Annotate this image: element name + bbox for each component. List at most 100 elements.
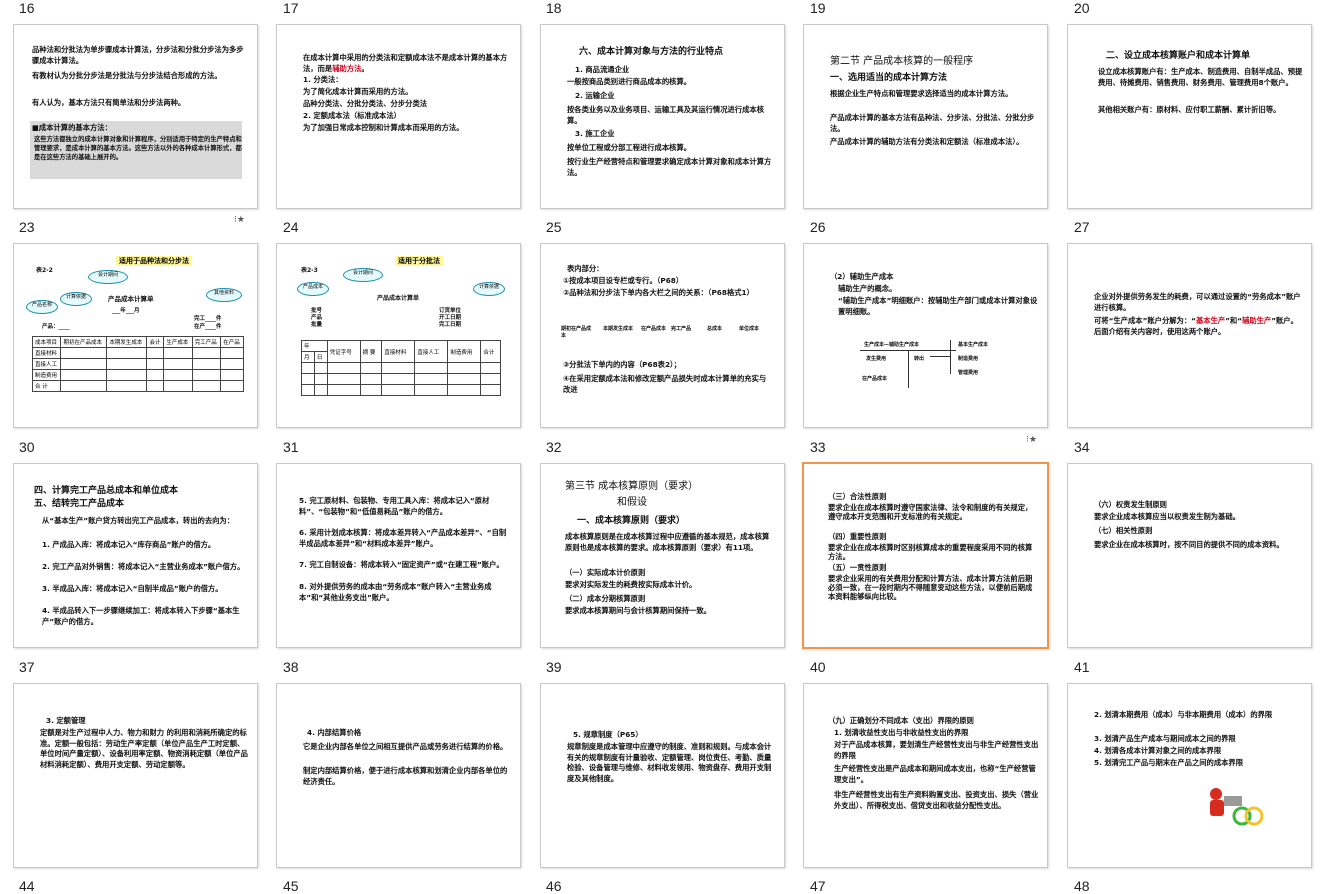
slide-text: 辅助方法 xyxy=(332,63,362,73)
slide-text: ④在采用定额成本法和修改定额产品损失时成本计算单的充实与改进 xyxy=(563,374,767,394)
slide-text: 产品成本计算的辅助方法有分类法和定额法（标准成本法）。 xyxy=(830,137,1024,146)
slide-number: 45 xyxy=(283,878,299,894)
slide-text: 1. 分类法： xyxy=(303,75,343,84)
slide-text: 要求成本核算期间与会计核算期间保持一致。 xyxy=(565,606,711,615)
slide-text: 2. 完工产品对外销售：将成本记入“主营业务成本”账户借方。 xyxy=(42,562,245,571)
slide-text: 3. 半成品入库：将成本记入“自制半成品”账户的借方。 xyxy=(42,584,223,593)
highlight-text: 辅助生产 xyxy=(1242,316,1272,325)
animation-star-icon: ⁝★ xyxy=(1026,435,1037,445)
slide-text: 5. 划清完工产品与期末在产品之间的成本界限 xyxy=(1094,758,1244,767)
slide-thumbnail-31[interactable]: 5. 完工原材料、包装物、专用工具入库：将成本记入“原材料”、“包装物”和“低值… xyxy=(276,463,521,648)
account-title: 生产成本—辅助生产成本 xyxy=(864,342,920,348)
slide-number: 32 xyxy=(546,439,562,455)
header-cell: 成本项目 xyxy=(31,336,62,348)
slide-number: 47 xyxy=(810,878,826,894)
slide-number: 48 xyxy=(1074,878,1090,894)
field-label: 订货单位 xyxy=(439,308,462,314)
slide-thumbnail-16[interactable]: 品种法和分批法为单步骤成本计算法，分步法和分批分步法为多步骤成本计算法。 有教材… xyxy=(13,24,258,209)
slide-number: 39 xyxy=(546,659,562,675)
slide-thumbnail-25[interactable]: 表内部分： ①按成本项目设专栏或专行。（P68） ②品种法和分步法下单内各大栏之… xyxy=(540,243,785,428)
slide-thumbnail-30[interactable]: 四、计算完工产品总成本和单位成本 五、结转完工产品成本 从“基本生产”账户贷方转… xyxy=(13,463,258,648)
formula-term: 本期发生成本 xyxy=(603,326,634,332)
clipart-figure-icon xyxy=(1210,788,1264,826)
field-label: 开工日期 xyxy=(439,315,462,321)
slide-thumbnail-17[interactable]: 在成本计算中采用的分类法和定额成本法不是成本计算的基本方法，而是辅助方法。 1.… xyxy=(276,24,521,209)
callout: 计算依据 xyxy=(473,282,505,296)
header-cell: 月 xyxy=(301,351,315,363)
field-label: 产品 xyxy=(311,315,323,321)
slide-thumbnail-34[interactable]: （六）权责发生制原则 要求企业成本核算应当以权责发生制为基础。 （七）相关性原则… xyxy=(1067,463,1312,648)
slide-number: 16 xyxy=(19,0,35,16)
slide-title: 五、结转完工产品成本 xyxy=(34,499,125,509)
slide-text: 1. 商品流通企业 xyxy=(575,65,630,74)
slide-thumbnail-24[interactable]: 适用于分批法 表2-3 产品成本 会计期间 计算依据 产品成本计算单 批号 产品批… xyxy=(276,243,521,428)
callout: 产品名称 xyxy=(26,300,58,314)
slide-text: ③分批法下单内的内容（P68表2）； xyxy=(563,360,681,369)
debit-label: 发生费用 xyxy=(866,356,887,362)
slide-number: 25 xyxy=(546,219,562,235)
header-cell: 期初在产品成本 xyxy=(60,336,108,348)
slide-thumbnail-18[interactable]: 六、成本计算对象与方法的行业特点 1. 商品流通企业 一般按商品类别进行商品成本… xyxy=(540,24,785,209)
slide-number: 19 xyxy=(810,0,826,16)
slide-thumbnail-32[interactable]: 第三节 成本核算原则（要求） 和假设 一、成本核算原则（要求） 成本核算原则是在… xyxy=(540,463,785,648)
slide-thumbnail-23[interactable]: 适用于品种法和分步法 表2-2 产品成本计算单 会计期间 计算依据 产品名称 其… xyxy=(13,243,258,428)
credit-label: 转出 xyxy=(914,356,925,362)
target-account: 基本生产成本 xyxy=(958,342,989,348)
slide-text: 7. 完工自制设备：将成本转入“固定资产”或“在建工程”账户。 xyxy=(299,560,504,569)
slide-thumbnail-20[interactable]: 二、设立成本核算账户和成本计算单 设立成本核算账户有：生产成本、制造费用、自制半… xyxy=(1067,24,1312,209)
slide-number: 30 xyxy=(19,439,35,455)
slide-text: 。 xyxy=(361,63,369,73)
slide-text: （一）实际成本计价原则 xyxy=(565,568,646,577)
balance-label: 在产品成本 xyxy=(862,376,888,382)
formula-term: 总成本 xyxy=(707,326,723,332)
slide-text: 3. 施工企业 xyxy=(575,129,615,138)
slide-text: 辅助生产的概念。 xyxy=(838,284,897,293)
slide-text: 按各类业务以及业务项目、运输工具及其运行情况进行成本核算。 xyxy=(567,105,765,125)
slide-thumbnail-40[interactable]: （九）正确划分不同成本（支出）界限的原则 1. 划清收益性支出与非收益性支出的界… xyxy=(803,683,1048,868)
slide-number: 34 xyxy=(1074,439,1090,455)
slide-number: 27 xyxy=(1074,219,1090,235)
callout: 其他资料 xyxy=(206,288,242,302)
header-cell: 本期发生成本 xyxy=(106,336,148,348)
slide-text: ■成本计算的基本方法： xyxy=(32,123,112,132)
slide-subtitle: 一、选用适当的成本计算方法 xyxy=(830,73,948,83)
header-cell: 合计 xyxy=(480,340,501,363)
slide-thumbnail-26[interactable]: （2）辅助生产成本 辅助生产的概念。 “辅助生产成本”明细账户：按辅助生产部门或… xyxy=(803,243,1048,428)
slide-text: （二）成本分期核算原则 xyxy=(565,594,646,603)
cost-table: 成本项目 期初在产品成本 本期发生成本 会计 生产成本 完工产品 在产品 直接材料 直接人工… xyxy=(31,336,244,392)
slide-text: 有教材认为分批分步法是分批法与分步法结合形成的方法。 xyxy=(32,71,222,80)
slide-thumbnail-38[interactable]: 4. 内部结算价格 它是企业内部各单位之间相互提供产品或劳务进行结算的价格。 制… xyxy=(276,683,521,868)
slide-text: 5. 规章制度（P65） xyxy=(573,730,643,739)
slide-number: 23 xyxy=(19,219,35,235)
slide-text: ”和“ xyxy=(1225,316,1243,325)
slide-thumbnail-41[interactable]: 2. 划清本期费用（成本）与非本期费用（成本）的界限 3. 划清产品生产成本与期… xyxy=(1067,683,1312,868)
slide-text: 设立成本核算账户有：生产成本、制造费用、自制半成品、预提费用、待摊费用、销售费用… xyxy=(1098,67,1303,87)
slide-thumbnail-37[interactable]: 3. 定额管理 定额是对生产过程中人力、物力和财力 的利用和消耗所确定的标准。定… xyxy=(13,683,258,868)
date-field: ___年___月 xyxy=(112,308,140,314)
slide-text: 要求企业采用的有关费用分配和计算方法、成本计算方法前后期必须一致，在一段时期内不… xyxy=(828,574,1033,601)
slide-thumbnail-39[interactable]: 5. 规章制度（P65） 规章制度是成本管理中应遵守的制度、准则和规则。与成本会… xyxy=(540,683,785,868)
slide-text: 要求对实际发生的耗费按实际成本计价。 xyxy=(565,580,697,589)
slide-text: 这些方法都独立的成本计算对象和计算程序，分别适用于特定的生产特点和管理要求，是成… xyxy=(34,136,242,161)
slide-text: 从“基本生产”账户贷方转出完工产品成本，转出的去向为： xyxy=(42,516,235,525)
slide-thumbnail-19[interactable]: 第二节 产品成本核算的一般程序 一、选用适当的成本计算方法 根据企业生产特点和管… xyxy=(803,24,1048,209)
slide-text: 定额是对生产过程中人力、物力和财力 的利用和消耗所确定的标准。定额一般包括：劳动… xyxy=(40,728,248,769)
header-cell: 摘 要 xyxy=(359,340,383,363)
slide-text: 按单位工程或分部工程进行成本核算。 xyxy=(567,143,692,152)
slide-number: 31 xyxy=(283,439,299,455)
slide-text: 6. 采用计划成本核算：将成本差异转入“产品成本差异”、“自制半成品成本差异”和… xyxy=(299,528,507,548)
formula-term: 单位成本 xyxy=(739,326,760,332)
wip-field: 在产____件 xyxy=(194,324,222,330)
slide-text: 3. 定额管理 xyxy=(46,716,86,725)
header-cell: 凭证字号 xyxy=(326,340,361,363)
header-cell: 年 xyxy=(301,340,328,352)
slide-title: 和假设 xyxy=(617,497,647,508)
slide-number: 41 xyxy=(1074,659,1090,675)
slide-title: 四、计算完工产品总成本和单位成本 xyxy=(34,486,179,496)
header-cell: 日 xyxy=(313,351,328,363)
slide-text: （三）合法性原则 xyxy=(828,492,887,501)
slide-text: （七）相关性原则 xyxy=(1094,526,1153,535)
slide-text: 产品成本计算的基本方法有品种法、分步法、分批法、分批分步法。 xyxy=(830,113,1035,133)
slide-thumbnail-33[interactable]: （三）合法性原则 要求企业在成本核算时遵守国家法律、法令和制度的有关规定，遵守成… xyxy=(802,462,1049,649)
slide-thumbnail-27[interactable]: 企业对外提供劳务发生的耗费，可以通过设置的“劳务成本”账户进行核算。 可将“生产… xyxy=(1067,243,1312,428)
